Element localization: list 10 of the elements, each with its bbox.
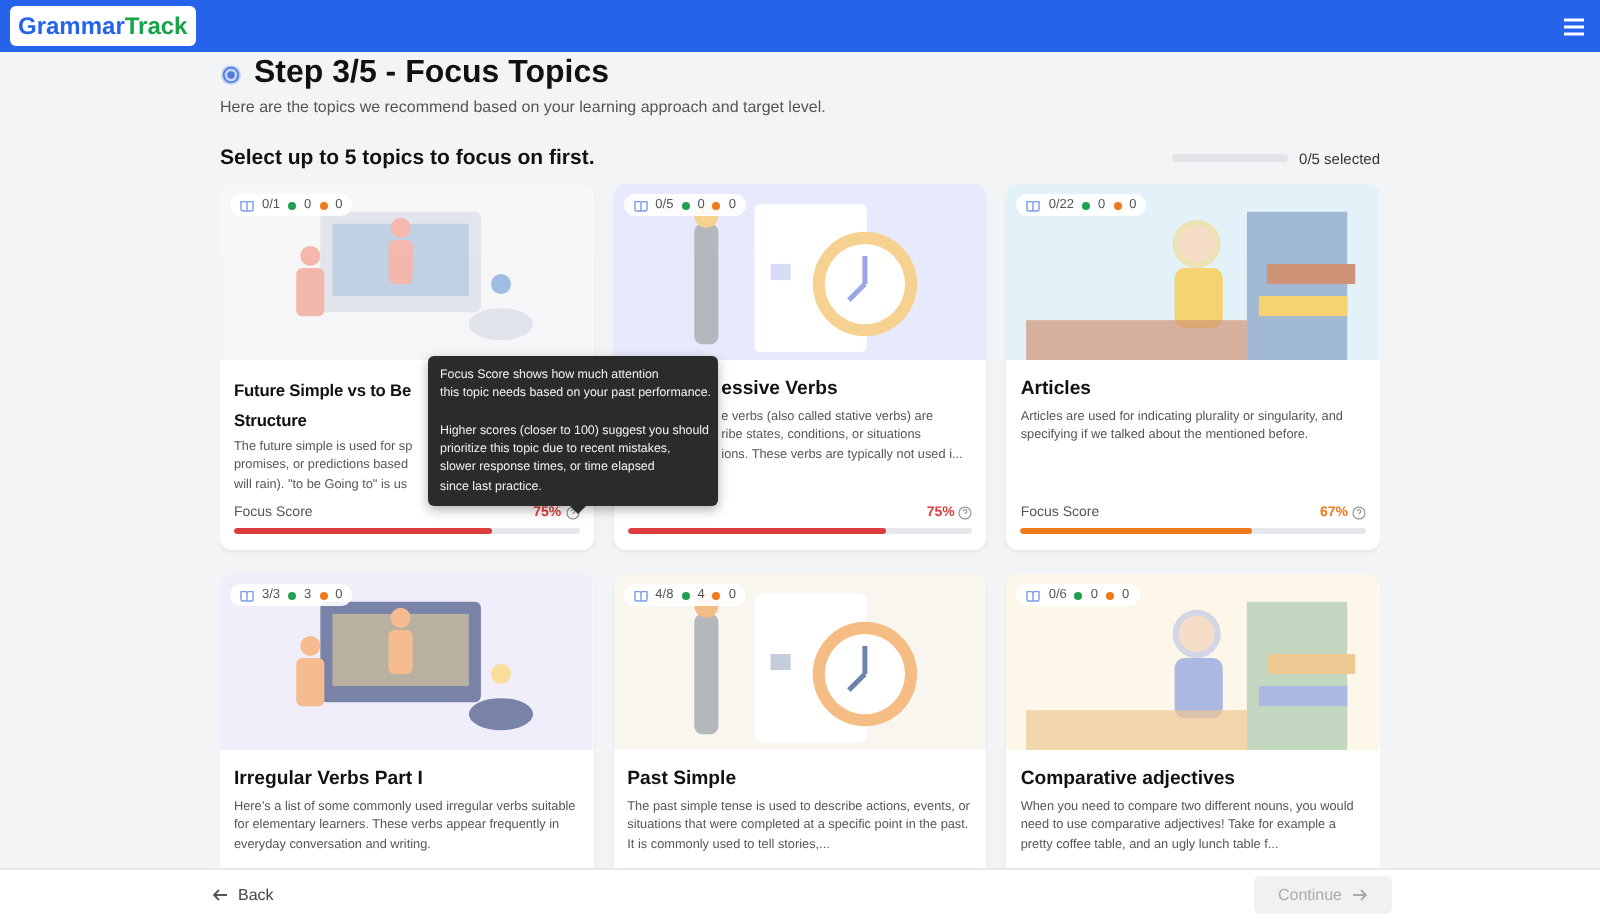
page-subtitle: Here are the topics we recommend based on your learning approach and target level. — [220, 98, 828, 116]
card-title: Irregular Verbs Part I — [234, 768, 423, 792]
card-title: Structure — [234, 408, 307, 432]
section-heading: Select up to 5 topics to focus on first. — [220, 146, 595, 170]
card-title: Past Simple — [627, 768, 737, 792]
card-title: Comparative adjectives — [1020, 768, 1236, 792]
page-title: Step 3/5 - Focus Topics — [254, 56, 610, 92]
card-title: Future Simple vs to Be — [234, 378, 412, 402]
card-title: essive Verbs — [721, 378, 838, 402]
card-title: Articles — [1020, 378, 1092, 402]
